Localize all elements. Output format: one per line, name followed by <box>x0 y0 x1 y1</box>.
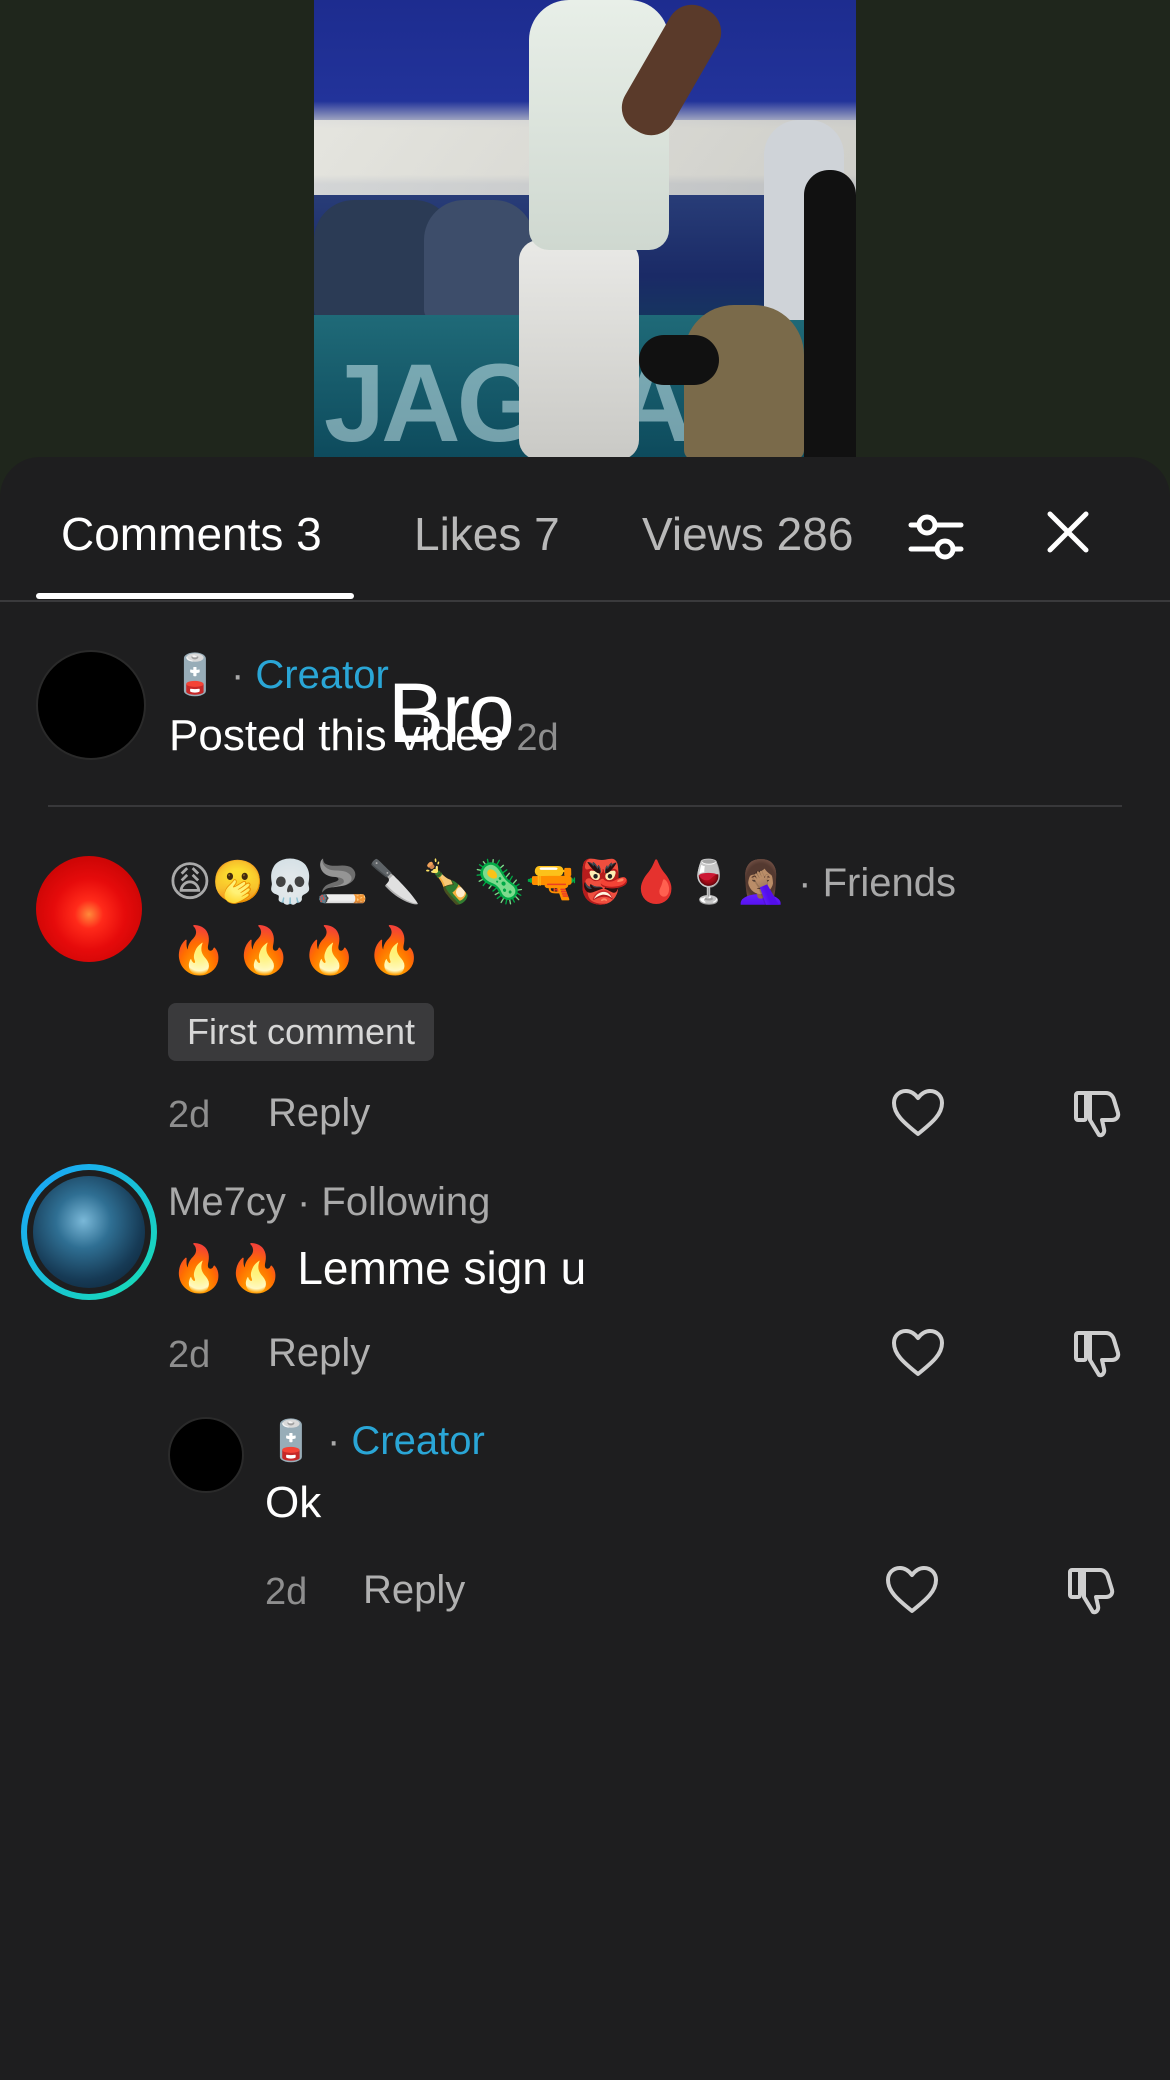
comment-time: 2d <box>168 1334 211 1376</box>
story-ring[interactable] <box>21 1164 157 1300</box>
active-tab-indicator <box>36 593 354 599</box>
close-icon <box>1047 511 1089 553</box>
tab-divider <box>0 600 1170 602</box>
creator-badge: Creator <box>255 653 389 697</box>
creator-avatar[interactable] <box>36 650 146 760</box>
creator-avatar[interactable] <box>168 1417 244 1493</box>
like-button[interactable] <box>885 1565 939 1620</box>
comments-sheet: Comments 3 Likes 7 Views 286 🪫 · Creator… <box>0 457 1170 2080</box>
tab-comments[interactable]: Comments 3 <box>61 507 322 561</box>
overlay-text: Bro <box>388 666 515 760</box>
reply-button[interactable]: Reply <box>268 1331 370 1376</box>
camera <box>639 335 719 385</box>
commenter-avatar[interactable] <box>36 856 142 962</box>
filter-button[interactable] <box>907 507 965 570</box>
author-emoji: 🪫 <box>266 1419 316 1463</box>
relation-label: Following <box>321 1180 491 1224</box>
reply-button[interactable]: Reply <box>268 1091 370 1136</box>
tab-likes[interactable]: Likes 7 <box>414 507 560 561</box>
sliders-icon <box>908 514 964 560</box>
comment-author[interactable]: 😩🫢💀🚬🔪🍾🦠🔫👺🩸🍷🤦🏽‍♀️ · Friends <box>168 857 956 907</box>
dislike-button[interactable] <box>1072 1087 1124 1144</box>
like-button[interactable] <box>891 1328 945 1383</box>
author-emoji: 🪫 <box>170 653 220 697</box>
heart-icon <box>892 1089 944 1136</box>
comment-time: 2d <box>168 1094 211 1136</box>
post-time: 2d <box>516 717 559 759</box>
heart-icon <box>886 1566 938 1613</box>
thumbs-down-icon <box>1068 1568 1115 1615</box>
comment-text: 🔥🔥🔥🔥 <box>170 924 432 976</box>
close-button[interactable] <box>1045 509 1091 560</box>
reply-button[interactable]: Reply <box>363 1568 465 1613</box>
first-comment-badge: First comment <box>168 1003 435 1061</box>
divider <box>48 805 1122 807</box>
dislike-button[interactable] <box>1072 1327 1124 1384</box>
tab-bar: Comments 3 Likes 7 Views 286 <box>0 457 1170 601</box>
reply-author[interactable]: 🪫 · Creator <box>266 1417 485 1464</box>
comment-text: 🔥🔥 Lemme sign u <box>170 1242 587 1294</box>
player <box>519 240 639 460</box>
post-author[interactable]: 🪫 · Creator <box>170 651 389 698</box>
thumbs-down-icon <box>1074 1331 1121 1378</box>
spectator <box>804 170 856 460</box>
commenter-avatar <box>33 1176 145 1288</box>
comment-author[interactable]: Me7cy · Following <box>168 1180 490 1225</box>
separator: · <box>798 861 812 905</box>
heart-icon <box>892 1329 944 1376</box>
crowd <box>424 200 534 320</box>
separator: · <box>296 1180 311 1224</box>
reply-time: 2d <box>265 1571 308 1613</box>
separator: · <box>326 1419 341 1463</box>
thumbs-down-icon <box>1074 1091 1121 1138</box>
tab-views[interactable]: Views 286 <box>642 507 853 561</box>
username: 😩🫢💀🚬🔪🍾🦠🔫👺🩸🍷🤦🏽‍♀️ <box>168 858 788 905</box>
relation-label: Friends <box>822 861 956 905</box>
like-button[interactable] <box>891 1088 945 1143</box>
username: Me7cy <box>168 1180 286 1224</box>
creator-badge: Creator <box>351 1419 485 1463</box>
dislike-button[interactable] <box>1066 1564 1118 1621</box>
video-player[interactable]: JAGUA <box>314 0 856 460</box>
separator: · <box>230 653 245 697</box>
reply-text: Ok <box>265 1478 322 1527</box>
